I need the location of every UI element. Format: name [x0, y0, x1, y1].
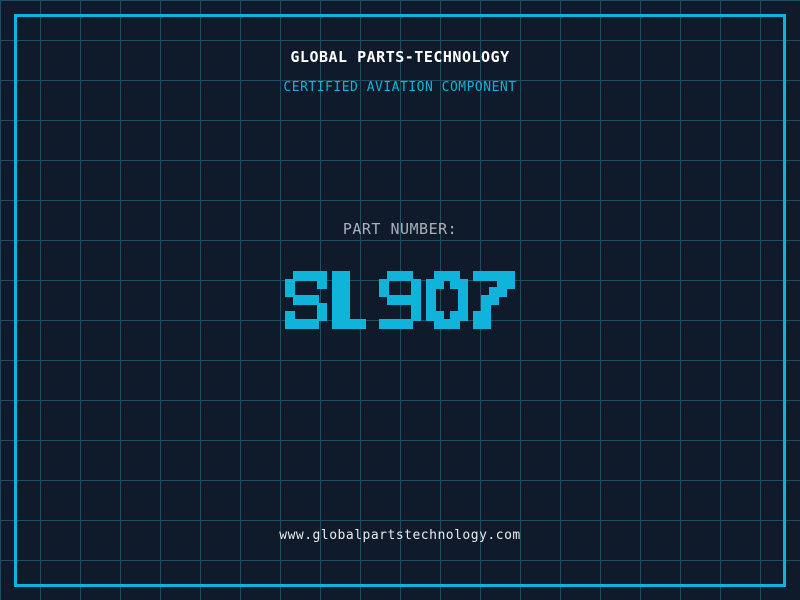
part-number-value: SL907 — [0, 271, 800, 329]
part-certificate-screen: GLOBAL PARTS-TECHNOLOGY CERTIFIED AVIATI… — [0, 0, 800, 600]
certification-tagline: CERTIFIED AVIATION COMPONENT — [283, 80, 517, 95]
part-number-digits — [0, 271, 800, 329]
part-number-label: PART NUMBER: — [342, 220, 458, 238]
website-url: www.globalpartstechnology.com — [279, 528, 521, 543]
company-name: GLOBAL PARTS-TECHNOLOGY — [290, 48, 510, 66]
